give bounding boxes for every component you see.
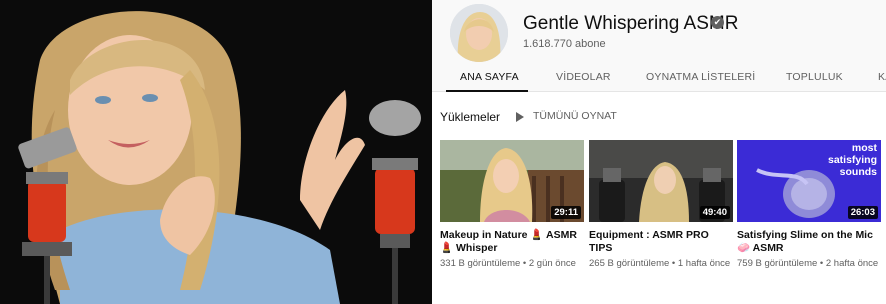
video-thumbnail[interactable]: 29:11 <box>440 140 584 222</box>
video-duration: 29:11 <box>551 206 581 219</box>
thumbnail-overlay-text: most satisfying sounds <box>827 142 877 178</box>
channel-photo <box>0 0 432 304</box>
uploads-section: Yüklemeler TÜMÜNÜ OYNAT 29:11 Makeup in … <box>432 92 886 304</box>
tab-videos[interactable]: VİDEOLAR <box>556 62 611 92</box>
play-all-button[interactable]: TÜMÜNÜ OYNAT <box>533 110 617 122</box>
channel-page: Gentle Whispering ASMR ✔ 1.618.770 abone… <box>432 0 886 304</box>
video-duration: 26:03 <box>847 206 878 219</box>
channel-name: Gentle Whispering ASMR <box>523 13 739 34</box>
video-title[interactable]: Equipment : ASMR PRO TIPS <box>589 229 733 255</box>
channel-tabs: ANA SAYFA VİDEOLAR OYNATMA LİSTELERİ TOP… <box>432 62 886 92</box>
tab-about[interactable]: KA <box>878 62 886 92</box>
subscriber-count: 1.618.770 abone <box>523 38 606 50</box>
video-meta: 331 B görüntüleme • 2 gün önce <box>440 258 576 269</box>
verified-icon: ✔ <box>711 16 724 29</box>
uploads-title: Yüklemeler <box>440 110 501 124</box>
video-title[interactable]: Satisfying Slime on the Mic 🧼 ASMR <box>737 229 881 255</box>
video-thumbnail[interactable]: 49:40 <box>589 140 733 222</box>
tab-home[interactable]: ANA SAYFA <box>460 62 519 92</box>
channel-header: Gentle Whispering ASMR ✔ 1.618.770 abone <box>432 0 886 66</box>
tab-playlists[interactable]: OYNATMA LİSTELERİ <box>646 62 755 92</box>
video-meta: 759 B görüntüleme • 2 hafta önce <box>737 258 879 269</box>
video-title[interactable]: Makeup in Nature 💄 ASMR 💄 Whisper <box>440 229 584 255</box>
video-duration: 49:40 <box>699 206 730 219</box>
video-meta: 265 B görüntüleme • 1 hafta önce <box>589 258 731 269</box>
tab-community[interactable]: TOPLULUK <box>786 62 843 92</box>
play-icon[interactable] <box>516 112 524 122</box>
channel-avatar[interactable] <box>450 4 508 62</box>
video-thumbnail[interactable]: most satisfying sounds 26:03 <box>737 140 881 222</box>
